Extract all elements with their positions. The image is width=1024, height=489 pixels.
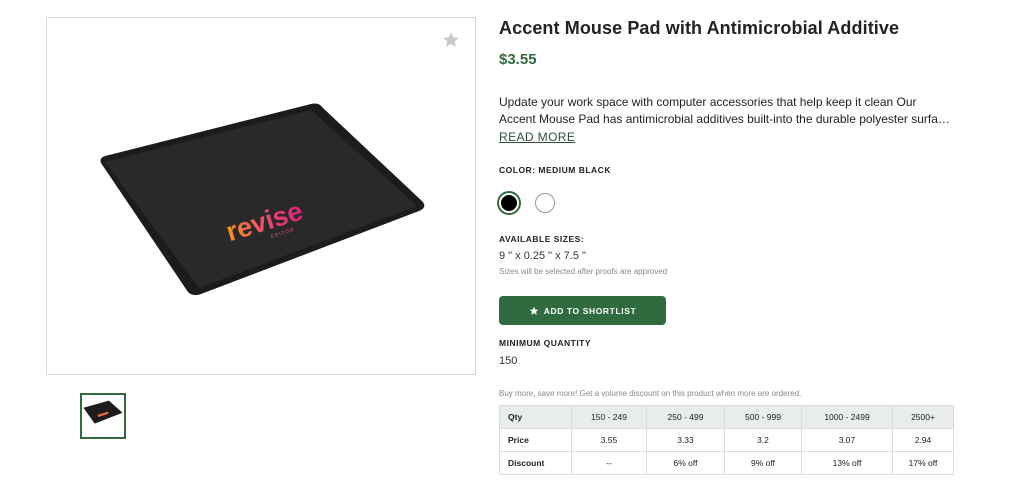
table-header-cell: 2500+: [892, 405, 954, 429]
table-cell: 9% off: [724, 451, 802, 475]
product-thumbnail[interactable]: [80, 393, 126, 439]
size-value: 9 " x 0.25 " x 7.5 ": [499, 250, 586, 262]
table-cell: Price: [499, 428, 572, 452]
table-header-cell: 150 - 249: [571, 405, 647, 429]
description-line: Update your work space with computer acc…: [499, 95, 917, 109]
size-note: Sizes will be selected after proofs are …: [499, 267, 668, 276]
read-more-link[interactable]: READ MORE: [499, 130, 575, 144]
table-cell: 3.07: [801, 428, 893, 452]
table-cell: 17% off: [892, 451, 954, 475]
table-header-cell: 1000 - 2499: [801, 405, 893, 429]
color-label: COLOR: MEDIUM BLACK: [499, 165, 611, 175]
table-cell: 6% off: [646, 451, 725, 475]
product-image-gallery: revise EDITOR: [46, 17, 476, 375]
table-cell: Discount: [499, 451, 572, 475]
add-to-shortlist-label: ADD TO SHORTLIST: [543, 305, 637, 316]
table-header-cell: 500 - 999: [724, 405, 802, 429]
table-header-cell: Qty: [499, 405, 572, 429]
table-header-cell: 250 - 499: [646, 405, 725, 429]
color-swatch-white[interactable]: [535, 193, 555, 213]
product-price: $3.55: [499, 51, 537, 68]
volume-discount-note: Buy more, save more! Get a volume discou…: [499, 389, 802, 398]
thumbnail-image: [83, 400, 123, 424]
add-to-shortlist-button[interactable]: ADD TO SHORTLIST: [499, 296, 666, 325]
table-cell: 3.33: [646, 428, 725, 452]
table-header-row: Qty 150 - 249 250 - 499 500 - 999 1000 -…: [499, 405, 954, 429]
product-description: Update your work space with computer acc…: [499, 94, 954, 128]
description-line: Accent Mouse Pad has antimicrobial addit…: [499, 112, 950, 126]
favorite-star-icon[interactable]: [442, 31, 460, 49]
color-swatch-black[interactable]: [499, 193, 519, 213]
table-row-discount: Discount -- 6% off 9% off 13% off 17% of…: [499, 451, 954, 475]
table-cell: 3.2: [724, 428, 802, 452]
product-title: Accent Mouse Pad with Antimicrobial Addi…: [499, 18, 900, 38]
product-main-image: revise EDITOR: [100, 103, 425, 296]
volume-pricing-table: Qty 150 - 249 250 - 499 500 - 999 1000 -…: [499, 405, 954, 475]
star-icon: [529, 306, 539, 315]
minimum-quantity-label: MINIMUM QUANTITY: [499, 338, 592, 348]
table-cell: 13% off: [801, 451, 893, 475]
table-cell: 3.55: [571, 428, 647, 452]
table-cell: --: [571, 451, 647, 475]
minimum-quantity-value: 150: [499, 355, 518, 367]
table-row-price: Price 3.55 3.33 3.2 3.07 2.94: [499, 428, 954, 452]
table-cell: 2.94: [892, 428, 954, 452]
sizes-label: AVAILABLE SIZES:: [499, 234, 585, 244]
